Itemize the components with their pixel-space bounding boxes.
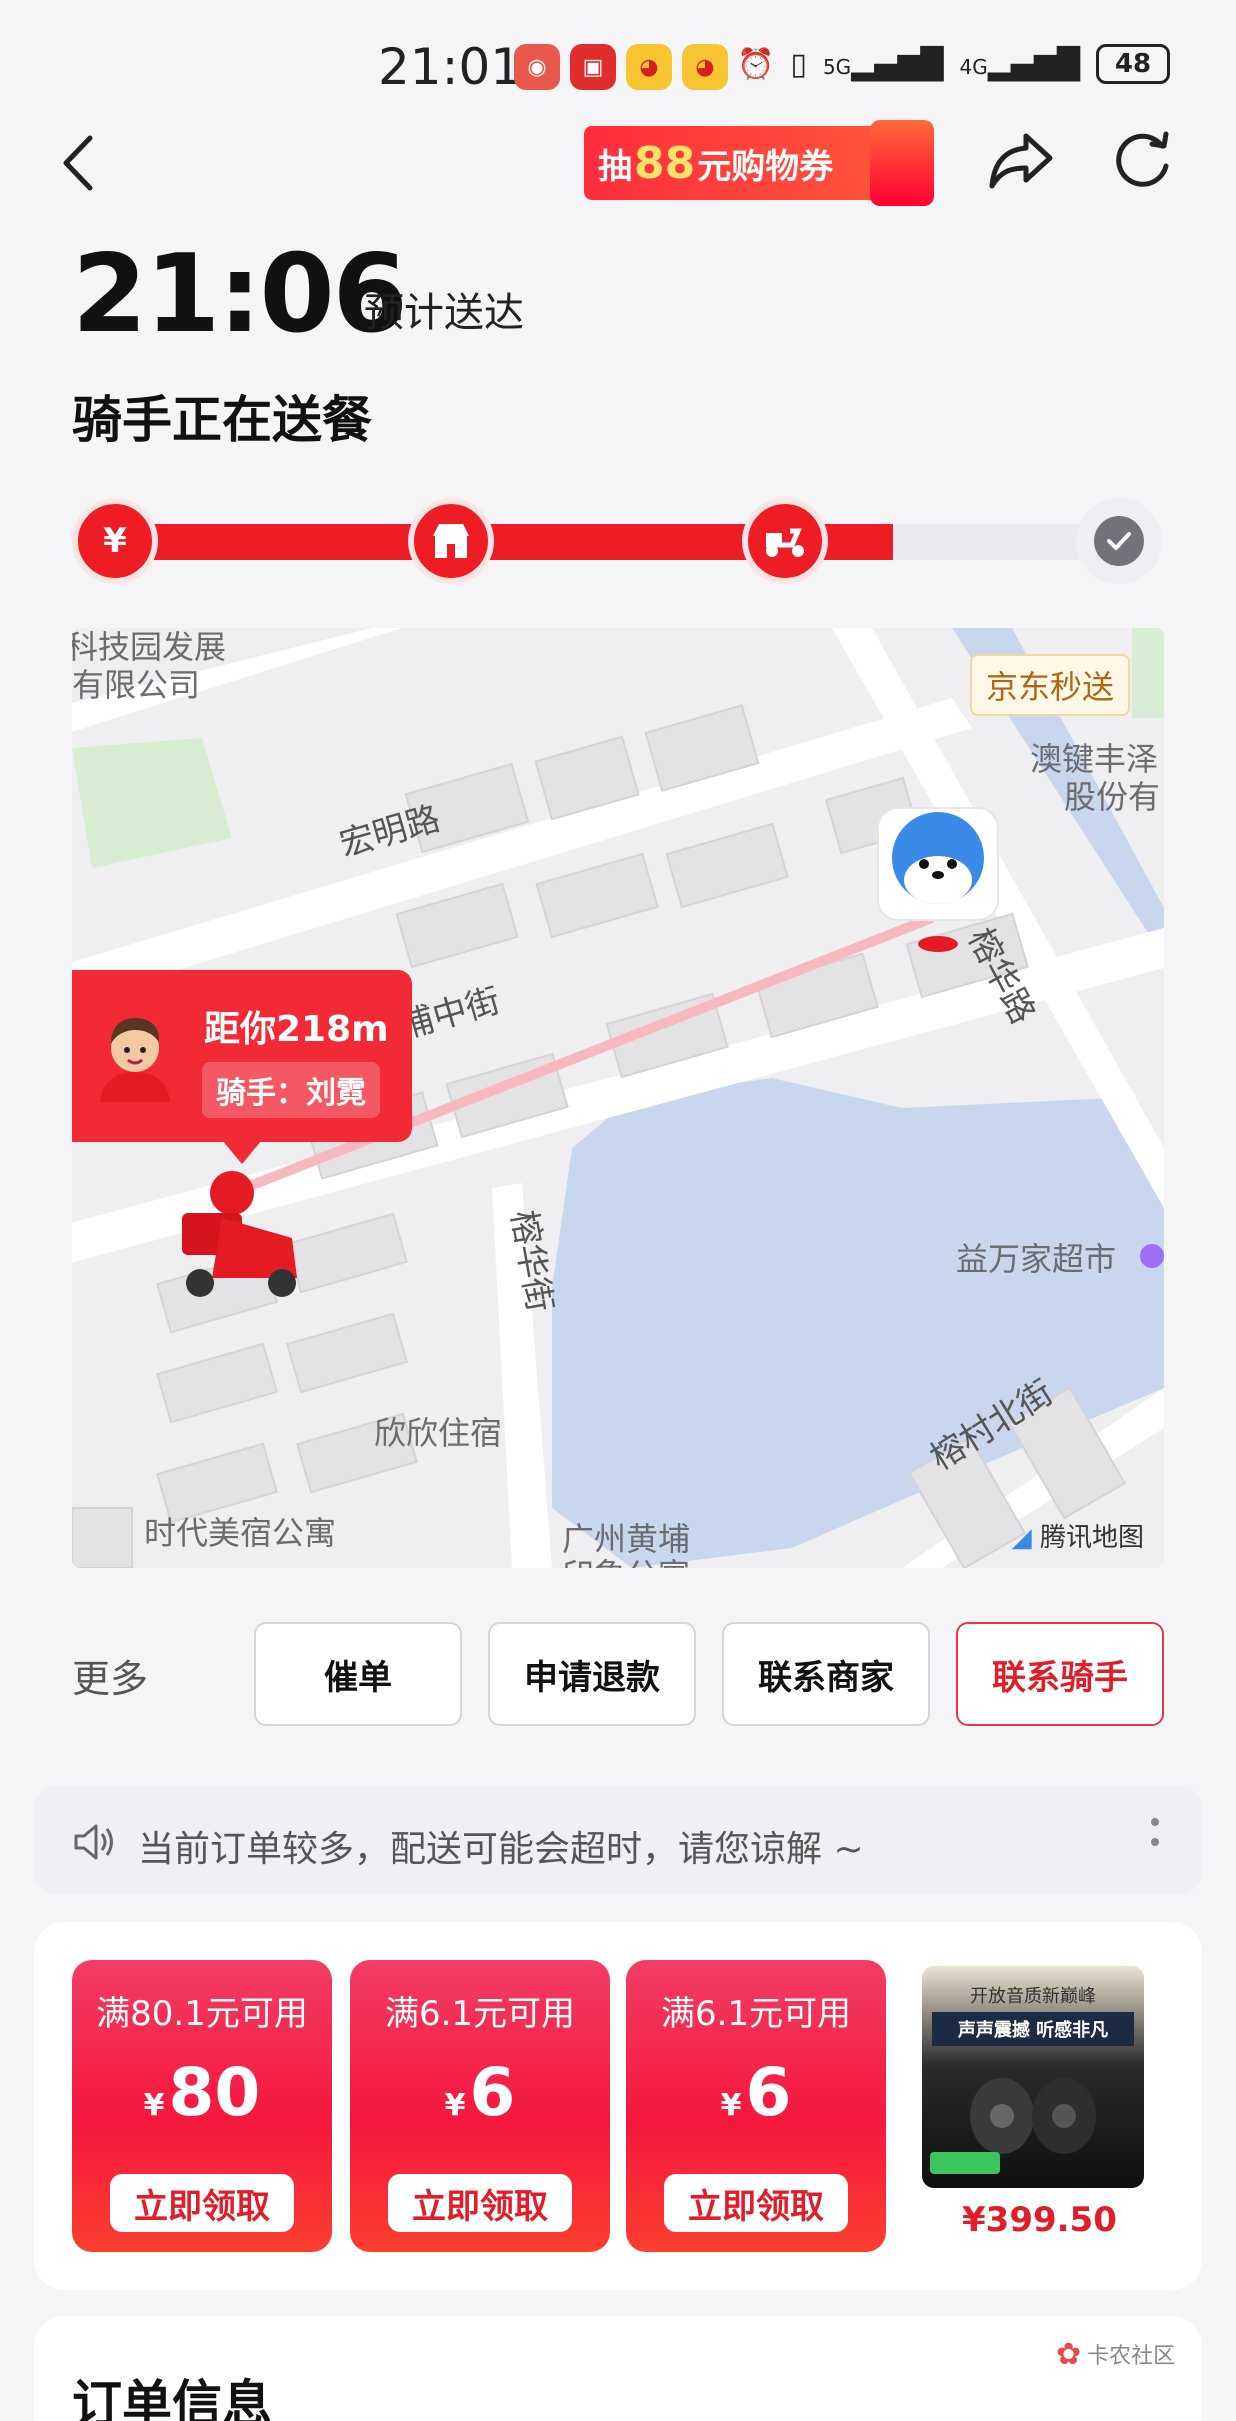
map-provider-label: 腾讯地图 [1039, 1523, 1144, 1553]
product-ad-line2: 声声震撼 听感非凡 [932, 2012, 1134, 2046]
earbuds-icon [970, 2078, 1096, 2154]
coupon-condition: 满6.1元可用 [660, 1994, 852, 2034]
delivery-map[interactable]: 科技园发展 有限公司 宏明路 浦中街 榕华路 澳键丰泽 股份有 榕华街 益万家超… [72, 628, 1164, 1568]
contact-merchant-button[interactable]: 联系商家 [722, 1622, 930, 1726]
coupon-condition: 满6.1元可用 [384, 1994, 576, 2034]
product-price: ¥399.50 [962, 2200, 1117, 2240]
coupon-value: 80 [168, 2054, 261, 2131]
contact-rider-button[interactable]: 联系骑手 [956, 1622, 1164, 1726]
coupon-amount: ¥80 [72, 2054, 332, 2131]
notice-text: 当前订单较多，配送可能会超时，请您谅解 ~ [138, 1829, 864, 1870]
claim-coupon-button[interactable]: 立即领取 [110, 2174, 294, 2232]
step-done-icon [1076, 498, 1162, 584]
order-info-title: 订单信息 [72, 2375, 272, 2421]
battery-indicator: 48 [1096, 44, 1170, 84]
coupon-value: 6 [469, 2054, 516, 2131]
signal-5g-icon: 5G▂▄▆█ [822, 46, 944, 82]
alarm-icon: ⏰ [737, 46, 775, 82]
watermark-text: 卡农社区 [1087, 2344, 1176, 2369]
system-icons: ⏰ ▯ 5G▂▄▆█ 4G▂▄▆█ 48 [737, 44, 1170, 84]
rider-info-card[interactable]: 距你218m 骑手：刘霓 [72, 970, 412, 1164]
yen-symbol: ¥ [720, 2088, 742, 2123]
coupon-value: 6 [745, 2054, 792, 2131]
map-label-yinxiang: 印象公寓 [562, 1550, 690, 1568]
map-provider: ◢ 腾讯地图 [1012, 1517, 1144, 1554]
eta-time: 21:06 [72, 232, 408, 357]
rider-avatar-icon [100, 1018, 170, 1102]
product-label-badge [930, 2152, 1000, 2174]
claim-coupon-button[interactable]: 立即领取 [388, 2174, 572, 2232]
refresh-icon[interactable] [1112, 126, 1174, 190]
share-icon[interactable] [986, 128, 1056, 192]
step-paid-symbol: ¥ [103, 521, 127, 561]
map-label-park2: 有限公司 [72, 666, 201, 704]
gift-icon [870, 120, 934, 206]
back-icon[interactable] [52, 128, 112, 198]
request-refund-button[interactable]: 申请退款 [488, 1622, 696, 1726]
delivery-status: 骑手正在送餐 [72, 391, 372, 449]
promo-suffix: 元购物券 [697, 146, 834, 187]
site-watermark: ✿ 卡农社区 [1056, 2330, 1184, 2378]
coupon-card[interactable]: 满80.1元可用 ¥80 立即领取 [72, 1960, 332, 2252]
coupon-card[interactable]: 满6.1元可用 ¥6 立即领取 [626, 1960, 886, 2252]
map-label-yiwanjia: 益万家超市 [956, 1240, 1117, 1278]
yen-symbol: ¥ [143, 2088, 165, 2123]
rider-distance: 距你218m [204, 1009, 389, 1050]
promo-banner[interactable]: 抽 88 元购物券 [584, 120, 934, 206]
rider-name: 骑手：刘霓 [202, 1062, 380, 1118]
map-label-xinxin: 欣欣住宿 [374, 1414, 503, 1452]
map-label-shidai: 时代美宿公寓 [144, 1514, 337, 1552]
notification-app-icon: ◉ [514, 44, 560, 90]
signal-4g-icon: 4G▂▄▆█ [959, 46, 1080, 82]
coupon-amount: ¥6 [350, 2054, 610, 2131]
more-label: 更多 [72, 1657, 149, 1701]
speaker-icon [74, 1824, 113, 1860]
watermark-logo-icon: ✿ [1056, 2336, 1082, 2372]
status-time: 21:01 [378, 38, 523, 96]
map-label-aojian2: 股份有 [1064, 778, 1161, 816]
more-dots-icon[interactable] [1150, 1814, 1160, 1864]
huawei-store-icon: ▣ [570, 44, 616, 90]
urge-order-button[interactable]: 催单 [254, 1622, 462, 1726]
coupon-amount: ¥6 [626, 2054, 886, 2131]
promo-amount: 88 [634, 137, 696, 189]
step-paid-icon: ¥ [72, 498, 158, 584]
vibrate-icon: ▯ [790, 46, 807, 82]
tencent-map-icon: ◢ [1011, 1523, 1032, 1553]
step-scooter-icon [742, 498, 828, 584]
weibo-icon-2: ◕ [682, 44, 728, 90]
coupon-condition: 满80.1元可用 [96, 1994, 308, 2034]
coupon-card[interactable]: 满6.1元可用 ¥6 立即领取 [350, 1960, 610, 2252]
weibo-icon: ◕ [626, 44, 672, 90]
step-store-icon [408, 498, 494, 584]
promo-prefix: 抽 [598, 146, 632, 187]
claim-coupon-button[interactable]: 立即领取 [664, 2174, 848, 2232]
product-image[interactable]: 开放音质新巅峰 声声震撼 听感非凡 [922, 1966, 1144, 2188]
eta-label: 预计送达 [364, 290, 524, 336]
product-ad-line1: 开放音质新巅峰 [970, 1986, 1096, 2007]
service-tag: 京东秒送 [970, 654, 1131, 716]
yen-symbol: ¥ [444, 2088, 466, 2123]
